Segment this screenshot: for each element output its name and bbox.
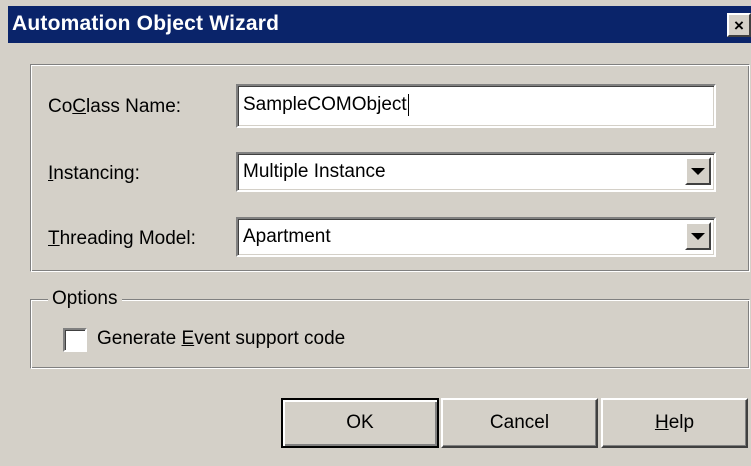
instancing-label: Instancing: [48,163,140,184]
options-legend: Options [48,287,123,311]
text-caret [407,93,409,116]
coclass-name-label: CoClass Name: [48,96,182,117]
help-button-label: Help [654,412,695,433]
window-title: Automation Object Wizard [12,12,280,35]
instancing-value: Multiple Instance [243,161,386,182]
chevron-down-icon[interactable] [685,222,711,250]
coclass-name-value: SampleCOMObject [243,94,407,115]
cancel-button-label: Cancel [489,412,550,433]
cancel-button[interactable]: Cancel [441,398,598,448]
ok-button-label: OK [346,412,374,433]
close-icon: × [734,15,744,35]
close-button[interactable]: × [727,13,751,37]
instancing-select[interactable]: Multiple Instance [236,152,716,192]
automation-object-wizard-dialog: Automation Object Wizard × CoClass Name:… [0,0,751,466]
threading-model-value: Apartment [243,226,331,247]
threading-model-select[interactable]: Apartment [236,217,716,257]
help-button[interactable]: Help [601,398,748,448]
event-support-checkbox[interactable] [63,328,87,352]
title-bar[interactable]: Automation Object Wizard × [8,6,751,43]
event-support-label[interactable]: Generate Event support code [97,327,345,351]
threading-model-label: Threading Model: [48,228,196,249]
ok-button[interactable]: OK [281,398,439,448]
chevron-down-icon[interactable] [685,157,711,185]
coclass-name-input[interactable]: SampleCOMObject [236,84,716,128]
